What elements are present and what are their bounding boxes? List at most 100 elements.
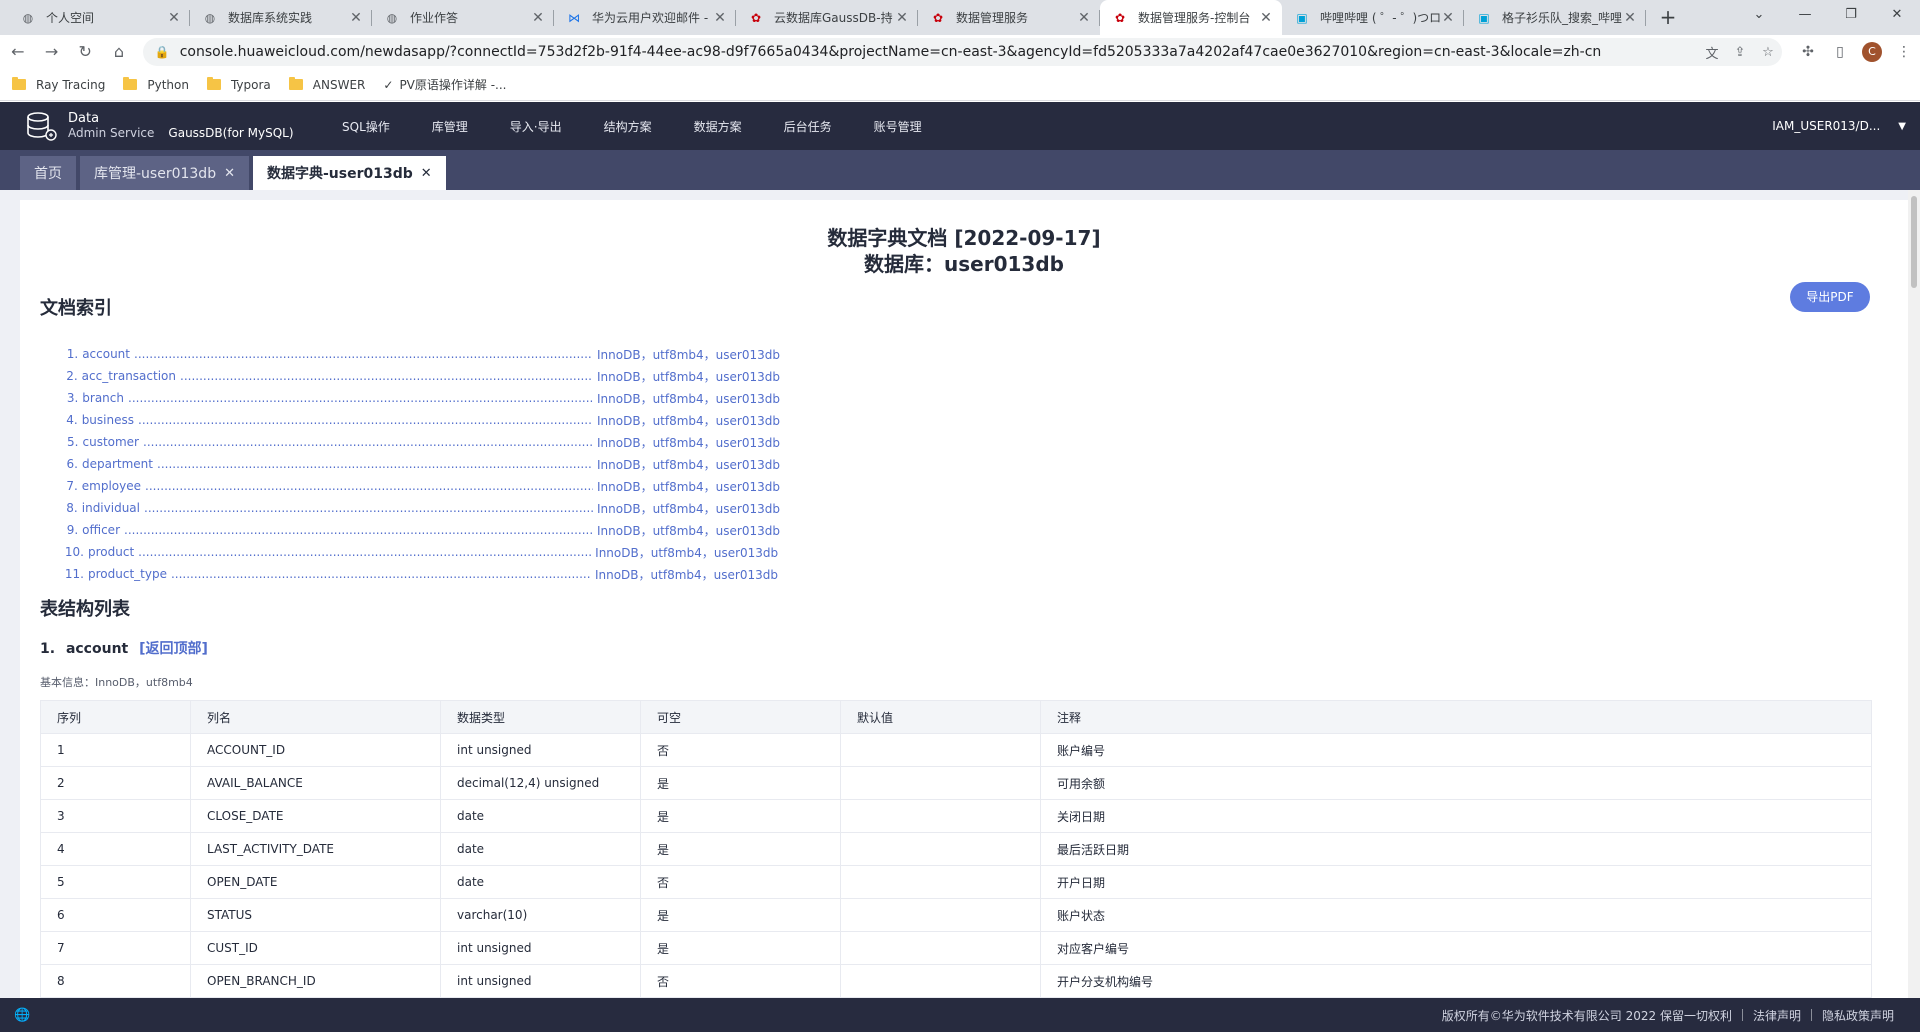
index-table-link[interactable]: department: [82, 457, 153, 471]
menu-item[interactable]: 结构方案: [604, 118, 652, 135]
bookmark-item[interactable]: Typora: [206, 77, 271, 92]
translate-icon[interactable]: 文: [1698, 43, 1726, 62]
browser-tab[interactable]: ⋈ 华为云用户欢迎邮件 - ✕: [554, 0, 736, 35]
new-tab-button[interactable]: +: [1654, 3, 1682, 31]
tab-close-icon[interactable]: ✕: [894, 10, 910, 26]
url-text[interactable]: console.huaweicloud.com/newdasapp/?conne…: [180, 44, 1698, 60]
browser-tab-title[interactable]: 作业作答: [410, 9, 530, 26]
side-panel-icon[interactable]: ▯: [1824, 44, 1856, 60]
bookmark-label[interactable]: ANSWER: [313, 78, 366, 92]
index-table-link[interactable]: branch: [82, 391, 124, 405]
index-table-link[interactable]: account: [82, 347, 130, 361]
forward-button[interactable]: →: [36, 38, 68, 66]
index-item[interactable]: 9. officer...............................…: [60, 519, 780, 541]
browser-tab[interactable]: ✿ 云数据库GaussDB-持 ✕: [736, 0, 918, 35]
index-table-link[interactable]: acc_transaction: [82, 369, 176, 383]
minimize-button[interactable]: —: [1782, 0, 1828, 30]
menu-item[interactable]: 数据方案: [694, 118, 742, 135]
index-table-info[interactable]: InnoDB，utf8mb4，user013db: [595, 544, 778, 561]
workspace-tab[interactable]: 库管理-user013db ✕: [80, 156, 249, 190]
browser-tab-title[interactable]: 数据管理服务: [956, 9, 1076, 26]
address-bar[interactable]: 🔒 console.huaweicloud.com/newdasapp/?con…: [142, 38, 1782, 66]
index-table-info[interactable]: InnoDB，utf8mb4，user013db: [597, 346, 780, 363]
bookmark-item[interactable]: Ray Tracing: [12, 77, 105, 92]
workspace-tab[interactable]: 首页: [20, 156, 76, 190]
home-button[interactable]: ⌂: [103, 38, 135, 66]
bookmark-label[interactable]: PV原语操作详解 -...: [399, 76, 506, 93]
browser-tab-title[interactable]: 格子衫乐队_搜索_哔哩: [1502, 9, 1622, 26]
browser-tab-title[interactable]: 哔哩哔哩 ( ゜- ゜)つロ: [1320, 9, 1440, 26]
lock-icon[interactable]: 🔒: [155, 45, 170, 59]
workspace-tab[interactable]: 数据字典-user013db ✕: [253, 156, 446, 190]
index-table-info[interactable]: InnoDB，utf8mb4，user013db: [595, 566, 778, 583]
back-button[interactable]: ←: [2, 38, 34, 66]
index-table-info[interactable]: InnoDB，utf8mb4，user013db: [597, 368, 780, 385]
bookmark-label[interactable]: Typora: [231, 78, 271, 92]
index-table-info[interactable]: InnoDB，utf8mb4，user013db: [597, 434, 780, 451]
bookmark-item[interactable]: ✓ PV原语操作详解 -...: [383, 76, 506, 93]
browser-menu-icon[interactable]: ⋮: [1888, 44, 1920, 60]
index-table-link[interactable]: employee: [82, 479, 141, 493]
language-globe-icon[interactable]: 🌐: [14, 1008, 30, 1023]
browser-tab-title[interactable]: 数据库系统实践: [228, 9, 348, 26]
close-window-button[interactable]: ✕: [1874, 0, 1920, 30]
reload-button[interactable]: ↻: [69, 38, 101, 66]
index-table-link[interactable]: officer: [82, 523, 120, 537]
close-icon[interactable]: ✕: [224, 166, 235, 181]
index-item[interactable]: 6. department............................…: [60, 453, 780, 475]
user-menu[interactable]: IAM_USER013/D... ▼: [1772, 102, 1906, 150]
user-name[interactable]: IAM_USER013/D...: [1772, 119, 1880, 133]
index-table-info[interactable]: InnoDB，utf8mb4，user013db: [597, 456, 780, 473]
bookmark-item[interactable]: Python: [123, 77, 189, 92]
index-table-info[interactable]: InnoDB，utf8mb4，user013db: [597, 522, 780, 539]
index-table-info[interactable]: InnoDB，utf8mb4，user013db: [597, 390, 780, 407]
index-table-link[interactable]: individual: [82, 501, 140, 515]
legal-link[interactable]: 法律声明: [1753, 1007, 1801, 1024]
tab-close-icon[interactable]: ✕: [1076, 10, 1092, 26]
tab-close-icon[interactable]: ✕: [1440, 10, 1456, 26]
scrollbar-thumb[interactable]: [1911, 196, 1917, 288]
browser-tab[interactable]: ▣ 哔哩哔哩 ( ゜- ゜)つロ ✕: [1282, 0, 1464, 35]
index-table-info[interactable]: InnoDB，utf8mb4，user013db: [597, 500, 780, 517]
menu-item[interactable]: 库管理: [432, 118, 468, 135]
menu-item[interactable]: 账号管理: [874, 118, 922, 135]
workspace-tab-label[interactable]: 数据字典-user013db: [267, 163, 413, 183]
export-pdf-button[interactable]: 导出PDF: [1790, 282, 1870, 312]
tab-close-icon[interactable]: ✕: [166, 10, 182, 26]
tab-close-icon[interactable]: ✕: [1258, 10, 1274, 26]
browser-tab-title[interactable]: 个人空间: [46, 9, 166, 26]
tab-close-icon[interactable]: ✕: [712, 10, 728, 26]
menu-item[interactable]: 后台任务: [784, 118, 832, 135]
profile-avatar[interactable]: C: [1861, 42, 1882, 62]
browser-tab-title[interactable]: 华为云用户欢迎邮件 -: [592, 9, 712, 26]
index-item[interactable]: 3. branch................................…: [60, 387, 780, 409]
index-table-info[interactable]: InnoDB，utf8mb4，user013db: [597, 478, 780, 495]
browser-tab[interactable]: ✿ 数据管理服务 ✕: [918, 0, 1100, 35]
index-item[interactable]: 11. product_type.........................…: [60, 563, 780, 585]
index-table-link[interactable]: product_type: [88, 567, 167, 581]
menu-item[interactable]: 导入·导出: [510, 118, 562, 135]
index-item[interactable]: 7. employee..............................…: [60, 475, 780, 497]
restore-button[interactable]: ❐: [1828, 0, 1874, 30]
index-item[interactable]: 5. customer..............................…: [60, 431, 780, 453]
privacy-link[interactable]: 隐私政策声明: [1822, 1007, 1894, 1024]
browser-tab[interactable]: ✿ 数据管理服务-控制台 ✕: [1100, 0, 1282, 35]
browser-tab[interactable]: ◍ 作业作答 ✕: [372, 0, 554, 35]
tab-close-icon[interactable]: ✕: [530, 10, 546, 26]
browser-tab[interactable]: ◍ 数据库系统实践 ✕: [190, 0, 372, 35]
index-item[interactable]: 8. individual............................…: [60, 497, 780, 519]
tab-search-icon[interactable]: ⌄: [1736, 0, 1782, 30]
browser-tab-title[interactable]: 数据管理服务-控制台: [1138, 9, 1258, 26]
index-table-link[interactable]: business: [82, 413, 134, 427]
index-table-link[interactable]: customer: [82, 435, 139, 449]
index-item[interactable]: 1. account...............................…: [60, 343, 780, 365]
index-item[interactable]: 4. business..............................…: [60, 409, 780, 431]
index-item[interactable]: 2. acc_transaction.......................…: [60, 365, 780, 387]
index-table-info[interactable]: InnoDB，utf8mb4，user013db: [597, 412, 780, 429]
browser-tab-title[interactable]: 云数据库GaussDB-持: [774, 9, 894, 26]
workspace-tab-label[interactable]: 库管理-user013db: [94, 163, 216, 183]
tab-close-icon[interactable]: ✕: [348, 10, 364, 26]
caret-down-icon[interactable]: ▼: [1898, 121, 1906, 132]
browser-tab[interactable]: ◍ 个人空间 ✕: [8, 0, 190, 35]
browser-tab[interactable]: ▣ 格子衫乐队_搜索_哔哩 ✕: [1464, 0, 1646, 35]
